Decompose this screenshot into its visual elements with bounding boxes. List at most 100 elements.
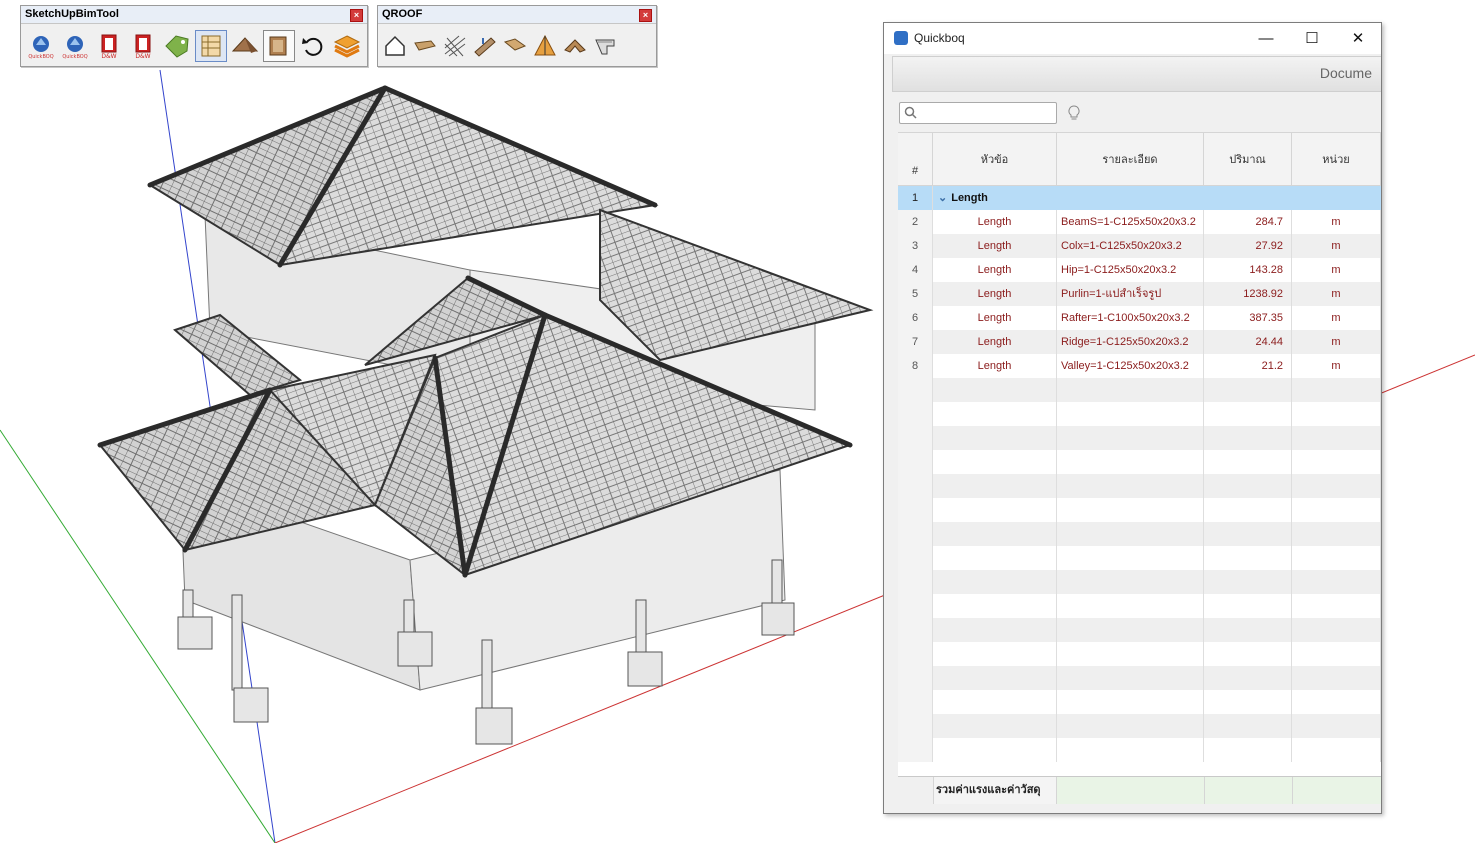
empty-cell (1057, 498, 1204, 522)
footer-total-label: รวมค่าแรงและค่าวัสดุ (933, 777, 1057, 804)
column-header-num[interactable]: # (898, 133, 933, 185)
empty-cell (1204, 522, 1292, 546)
empty-row (898, 426, 1381, 450)
empty-row (898, 738, 1381, 762)
table-header: # หัวข้อ รายละเอียด ปริมาณ หน่วย (898, 133, 1381, 186)
empty-row (898, 546, 1381, 570)
beam-button[interactable] (410, 30, 440, 62)
chevron-down-icon[interactable]: ⌄ (938, 192, 947, 204)
close-icon[interactable]: ✕ (1335, 23, 1381, 54)
roof-button[interactable] (229, 30, 261, 62)
lightbulb-icon[interactable] (1068, 105, 1080, 121)
empty-cell (1204, 402, 1292, 426)
title-bar[interactable]: Quickboq — ☐ ✕ (884, 23, 1381, 54)
wall-grid-button[interactable] (195, 30, 227, 62)
undo-rotate-button[interactable] (297, 30, 329, 62)
quickboq-button[interactable]: QuickBOQ (25, 30, 57, 62)
qroof-toolbar: QROOF × (377, 5, 657, 67)
row-number: 2 (898, 210, 933, 234)
row-unit: m (1292, 282, 1381, 306)
empty-row (898, 618, 1381, 642)
empty-cell (933, 378, 1057, 402)
row-unit: m (1292, 210, 1381, 234)
toolbar-title: QROOF × (378, 6, 656, 24)
empty-cell (1057, 594, 1204, 618)
purlin-icon (474, 37, 496, 57)
table-row[interactable]: 6 Length Rafter=1-C100x50x20x3.2 387.35 … (898, 306, 1381, 330)
empty-cell (1057, 690, 1204, 714)
row-number: 5 (898, 282, 933, 306)
row-description: Colx=1-C125x50x20x3.2 (1057, 234, 1204, 258)
empty-cell (1204, 618, 1292, 642)
empty-row (898, 498, 1381, 522)
search-input[interactable] (899, 102, 1057, 124)
empty-cell (898, 474, 933, 498)
boq-table: # หัวข้อ รายละเอียด ปริมาณ หน่วย 1 ⌄ Leng… (898, 132, 1381, 801)
house-button[interactable] (380, 30, 410, 62)
search-icon (904, 106, 917, 119)
empty-cell (898, 426, 933, 450)
close-icon[interactable]: × (350, 9, 363, 22)
door-window-button[interactable]: D&W (93, 30, 125, 62)
purlin-button[interactable] (470, 30, 500, 62)
column-header-description[interactable]: รายละเอียด (1057, 133, 1204, 185)
group-label: ⌄ Length (938, 192, 988, 204)
row-unit: m (1292, 330, 1381, 354)
grid-frame-button[interactable] (440, 30, 470, 62)
panel-button[interactable] (263, 30, 295, 62)
empty-cell (1057, 402, 1204, 426)
layers-button[interactable] (331, 30, 363, 62)
row-title: Length (933, 234, 1057, 258)
document-tab[interactable]: Docume (1320, 65, 1372, 81)
gable-button[interactable] (530, 30, 560, 62)
row-description: Purlin=1-แปสำเร็จรูป (1057, 282, 1204, 306)
footer-separator (1204, 777, 1205, 804)
empty-cell (898, 570, 933, 594)
empty-cell (1057, 546, 1204, 570)
door-window-button-2[interactable]: D&W (127, 30, 159, 62)
row-quantity: 387.35 (1204, 306, 1292, 330)
tag-button[interactable] (161, 30, 193, 62)
minimize-icon[interactable]: — (1243, 23, 1289, 54)
empty-cell (898, 546, 933, 570)
empty-cell (898, 618, 933, 642)
empty-cell (898, 714, 933, 738)
table-row[interactable]: 7 Length Ridge=1-C125x50x20x3.2 24.44 m (898, 330, 1381, 354)
column-header-quantity[interactable]: ปริมาณ (1204, 133, 1292, 185)
tag-icon (165, 35, 189, 58)
maximize-icon[interactable]: ☐ (1289, 23, 1335, 54)
footer-separator (1292, 777, 1293, 804)
column-header-title[interactable]: หัวข้อ (933, 133, 1057, 185)
row-unit: m (1292, 354, 1381, 378)
sketchupbimtool-toolbar: SketchUpBimTool × QuickBOQ QuickBOQ D&W … (20, 5, 368, 67)
table-row[interactable]: 3 Length Colx=1-C125x50x20x3.2 27.92 m (898, 234, 1381, 258)
hip-button[interactable] (560, 30, 590, 62)
close-icon[interactable]: × (639, 9, 652, 22)
panel-icon (269, 36, 287, 56)
empty-cell (1292, 738, 1381, 762)
empty-cell (933, 570, 1057, 594)
empty-cell (933, 666, 1057, 690)
table-row[interactable]: 5 Length Purlin=1-แปสำเร็จรูป 1238.92 m (898, 282, 1381, 306)
empty-row (898, 378, 1381, 402)
table-row[interactable]: 2 Length BeamS=1-C125x50x20x3.2 284.7 m (898, 210, 1381, 234)
table-row[interactable]: 8 Length Valley=1-C125x50x20x3.2 21.2 m (898, 354, 1381, 378)
empty-cell (898, 666, 933, 690)
empty-cell (1057, 522, 1204, 546)
row-description: Valley=1-C125x50x20x3.2 (1057, 354, 1204, 378)
empty-cell (933, 642, 1057, 666)
row-number: 4 (898, 258, 933, 282)
table-row[interactable]: 4 Length Hip=1-C125x50x20x3.2 143.28 m (898, 258, 1381, 282)
valley-button[interactable] (590, 30, 620, 62)
quickboq-button-2[interactable]: QuickBOQ (59, 30, 91, 62)
empty-row (898, 450, 1381, 474)
group-row-length[interactable]: 1 ⌄ Length (898, 186, 1381, 210)
row-title: Length (933, 330, 1057, 354)
table-footer: รวมค่าแรงและค่าวัสดุ (898, 776, 1381, 804)
empty-cell (933, 498, 1057, 522)
empty-row (898, 690, 1381, 714)
row-number: 1 (898, 186, 933, 210)
rafter-button[interactable] (500, 30, 530, 62)
column-header-unit[interactable]: หน่วย (1292, 133, 1381, 185)
empty-cell (1292, 402, 1381, 426)
